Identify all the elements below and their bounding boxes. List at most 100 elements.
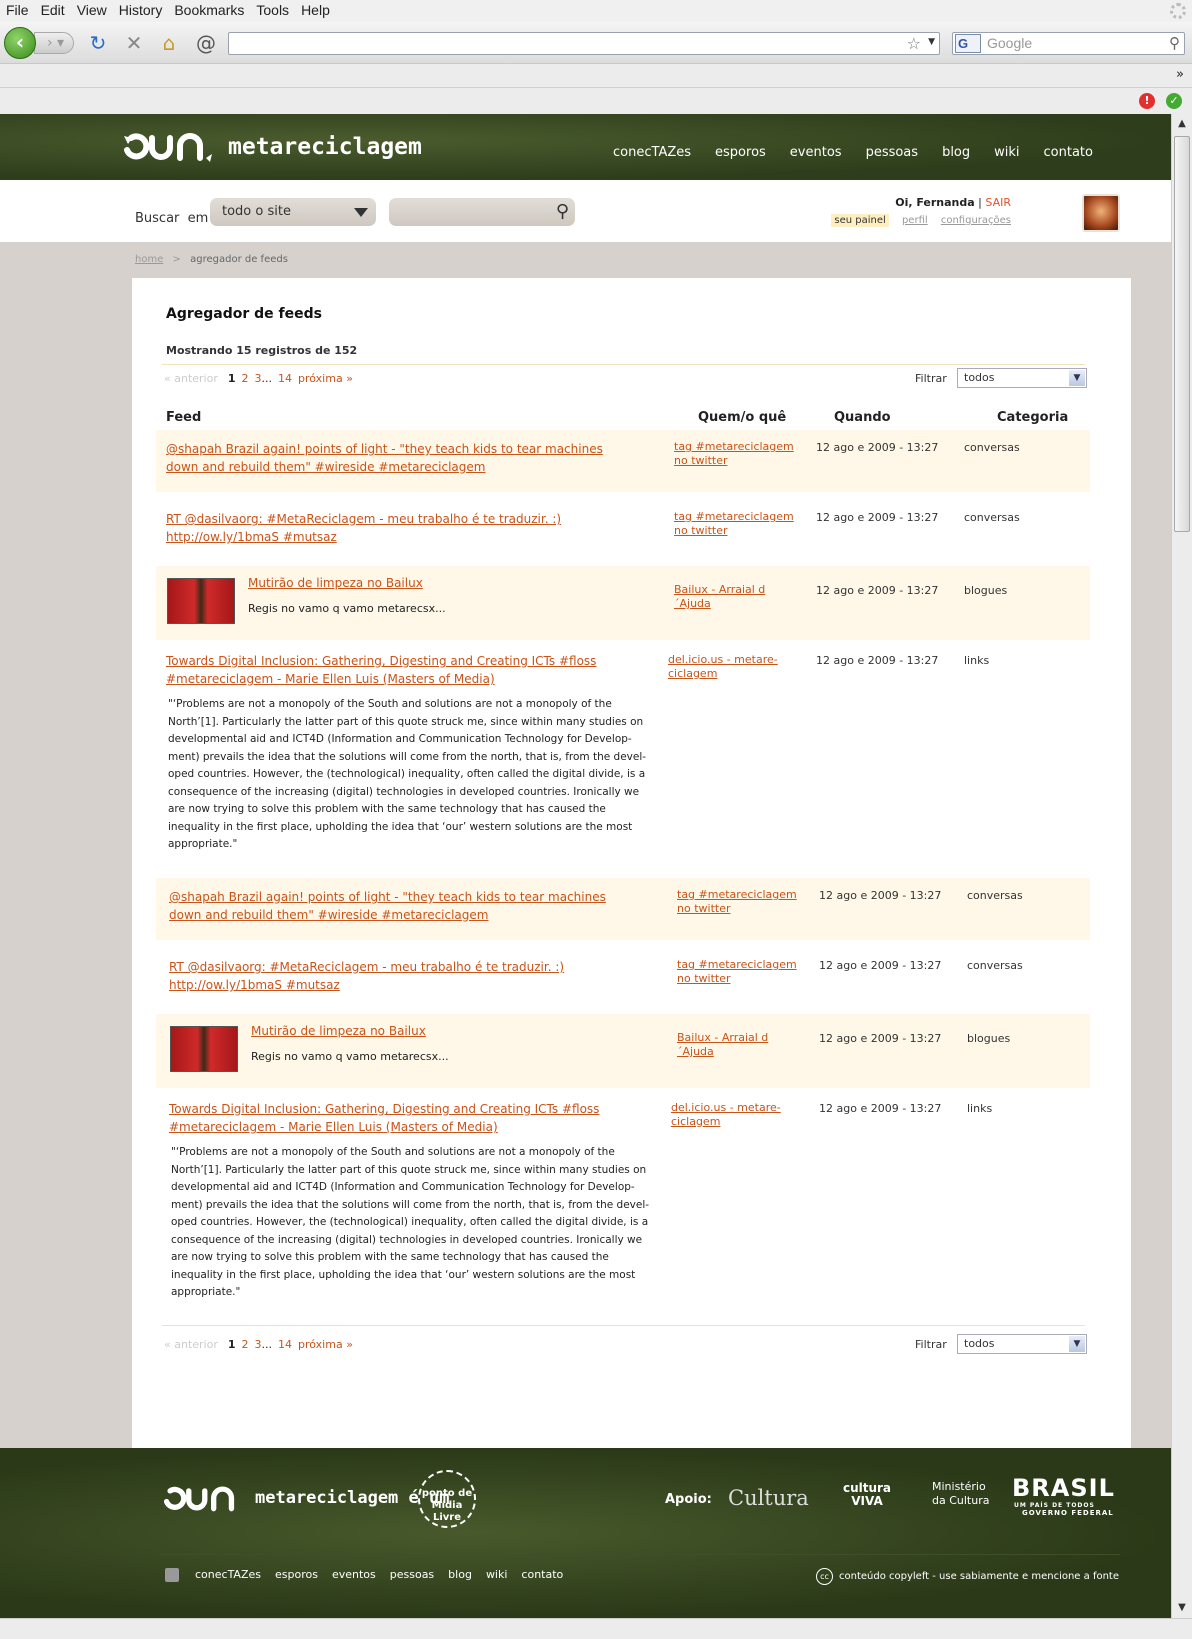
email-icon[interactable]: @ bbox=[194, 31, 218, 55]
search-scope-select[interactable]: todo o site bbox=[210, 198, 376, 226]
filter-value: todos bbox=[964, 371, 995, 384]
menu-edit[interactable]: Edit bbox=[35, 0, 71, 18]
who-link[interactable]: tag #metareciclagem no twitter bbox=[674, 510, 794, 538]
metareciclagem-logo-icon[interactable] bbox=[160, 1482, 246, 1514]
menu-tools[interactable]: Tools bbox=[250, 0, 295, 18]
panel-link[interactable]: seu painel bbox=[831, 214, 889, 227]
feed-link[interactable]: Towards Digital Inclusion: Gathering, Di… bbox=[166, 652, 626, 688]
scrollbar-thumb[interactable] bbox=[1174, 136, 1190, 532]
browser-toolbar: › ▾ ‹ ↻ ✕ ⌂ @ ☆ ▼ G Google ⚲ bbox=[0, 22, 1192, 64]
scroll-up-icon[interactable]: ▲ bbox=[1174, 115, 1190, 133]
midia-livre-logo[interactable]: ponto de Mídia Livre bbox=[418, 1470, 476, 1528]
breadcrumb-home[interactable]: home bbox=[135, 254, 163, 265]
pager-next[interactable]: próxima » bbox=[298, 372, 353, 385]
filter-select[interactable]: todos ▼ bbox=[957, 368, 1087, 388]
pager-last[interactable]: 14 bbox=[278, 372, 292, 385]
search-icon[interactable]: ⚲ bbox=[1169, 34, 1180, 52]
copyleft-text: conteúdo copyleft - use sabiamente e men… bbox=[839, 1571, 1119, 1582]
footer-nav-conectazes[interactable]: conecTAZes bbox=[195, 1568, 261, 1581]
scroll-down-icon[interactable]: ▼ bbox=[1174, 1599, 1190, 1617]
nav-esporos[interactable]: esporos bbox=[715, 145, 766, 160]
feed-link[interactable]: Mutirão de limpeza no Bailux bbox=[251, 1022, 551, 1040]
url-bar[interactable]: ☆ ▼ bbox=[228, 32, 940, 55]
footer-nav-esporos[interactable]: esporos bbox=[275, 1568, 318, 1581]
avatar[interactable] bbox=[1082, 194, 1120, 232]
who-link[interactable]: del.icio.us - metare-ciclagem bbox=[671, 1101, 783, 1129]
sponsor-cultura[interactable]: Cultura bbox=[728, 1486, 809, 1510]
settings-link[interactable]: configurações bbox=[941, 215, 1011, 226]
nav-wiki[interactable]: wiki bbox=[994, 145, 1019, 160]
feed-link[interactable]: RT @dasilvaorg: #MetaReciclagem - meu tr… bbox=[166, 510, 626, 546]
menu-help[interactable]: Help bbox=[295, 0, 336, 18]
category-text: conversas bbox=[964, 511, 1020, 524]
search-icon[interactable]: ⚲ bbox=[556, 201, 569, 222]
feed-link[interactable]: RT @dasilvaorg: #MetaReciclagem - meu tr… bbox=[169, 958, 629, 994]
menu-view[interactable]: View bbox=[71, 0, 113, 18]
home-icon[interactable]: ⌂ bbox=[157, 31, 181, 55]
who-link[interactable]: tag #metareciclagem no twitter bbox=[674, 440, 794, 468]
menu-history[interactable]: History bbox=[113, 0, 169, 18]
nav-contato[interactable]: contato bbox=[1044, 145, 1093, 160]
back-button[interactable]: ‹ bbox=[4, 27, 36, 59]
filter-select[interactable]: todos ▼ bbox=[957, 1334, 1087, 1354]
pager-page-2[interactable]: 2 bbox=[242, 372, 249, 385]
search-placeholder: Google bbox=[987, 35, 1033, 51]
who-link[interactable]: tag #metareciclagem no twitter bbox=[677, 888, 797, 916]
metareciclagem-logo-icon[interactable] bbox=[122, 128, 214, 164]
page-scrollbar[interactable]: ▲ ▼ bbox=[1171, 114, 1192, 1618]
post-thumbnail[interactable] bbox=[167, 578, 235, 624]
creative-commons-icon[interactable]: cc bbox=[816, 1568, 833, 1585]
pager-next[interactable]: próxima » bbox=[298, 1338, 353, 1351]
who-link[interactable]: del.icio.us - metare-ciclagem bbox=[668, 653, 780, 681]
feed-link[interactable]: Mutirão de limpeza no Bailux bbox=[248, 574, 548, 592]
site-logo-text[interactable]: metareciclagem bbox=[228, 134, 422, 160]
pager-page-2[interactable]: 2 bbox=[242, 1338, 249, 1351]
footer-nav-contato[interactable]: contato bbox=[521, 1568, 563, 1581]
sponsor-cultura-viva[interactable]: cultura VIVA bbox=[832, 1482, 902, 1508]
when-text: 12 ago e 2009 - 13:27 bbox=[816, 511, 939, 524]
em-text: em bbox=[187, 211, 209, 226]
browser-search-box[interactable]: G Google ⚲ bbox=[952, 32, 1185, 55]
pager-page-3[interactable]: 3 bbox=[255, 1338, 262, 1351]
search-row: Buscar em todo o site ⚲ Oi, Fernanda | S… bbox=[0, 180, 1171, 242]
stop-icon[interactable]: ✕ bbox=[122, 31, 146, 55]
search-engine-icon[interactable]: G bbox=[955, 34, 981, 53]
menu-file[interactable]: File bbox=[0, 0, 35, 18]
nav-eventos[interactable]: eventos bbox=[790, 145, 842, 160]
nav-pessoas[interactable]: pessoas bbox=[866, 145, 919, 160]
who-link[interactable]: Bailux - Arraial d´Ajuda bbox=[674, 583, 766, 611]
check-icon[interactable]: ✓ bbox=[1166, 93, 1182, 109]
footer-nav-blog[interactable]: blog bbox=[448, 1568, 472, 1581]
feed-link[interactable]: @shapah Brazil again! points of light - … bbox=[166, 440, 626, 476]
pager-page-3[interactable]: 3 bbox=[255, 372, 262, 385]
profile-link[interactable]: perfil bbox=[902, 215, 928, 226]
nav-conectazes[interactable]: conecTAZes bbox=[613, 145, 691, 160]
site-search-input[interactable]: ⚲ bbox=[389, 198, 575, 226]
who-link[interactable]: tag #metareciclagem no twitter bbox=[677, 958, 797, 986]
bookmarks-overflow-button[interactable]: » bbox=[1176, 67, 1184, 82]
url-dropdown-icon[interactable]: ▼ bbox=[928, 37, 935, 47]
sponsor-ministerio[interactable]: Ministério da Cultura bbox=[932, 1480, 1002, 1508]
footer-nav-pessoas[interactable]: pessoas bbox=[390, 1568, 434, 1581]
feed-link[interactable]: @shapah Brazil again! points of light - … bbox=[169, 888, 629, 924]
footer-nav-wiki[interactable]: wiki bbox=[486, 1568, 507, 1581]
error-icon[interactable]: ! bbox=[1139, 93, 1155, 109]
rss-icon[interactable] bbox=[165, 1568, 179, 1582]
nav-blog[interactable]: blog bbox=[942, 145, 970, 160]
forward-button[interactable]: › ▾ bbox=[34, 32, 74, 54]
col-when: Quando bbox=[834, 410, 891, 425]
menu-bookmarks[interactable]: Bookmarks bbox=[168, 0, 250, 18]
reload-icon[interactable]: ↻ bbox=[86, 31, 110, 55]
feed-link[interactable]: Towards Digital Inclusion: Gathering, Di… bbox=[169, 1100, 629, 1136]
pager-last[interactable]: 14 bbox=[278, 1338, 292, 1351]
sponsor-brasil[interactable]: BRASIL bbox=[1012, 1474, 1115, 1502]
bookmark-star-icon[interactable]: ☆ bbox=[907, 34, 921, 53]
table-row: Towards Digital Inclusion: Gathering, Di… bbox=[156, 648, 1090, 850]
user-box: Oi, Fernanda | SAIR seu painel perfil co… bbox=[831, 196, 1011, 227]
filter-value: todos bbox=[964, 1337, 995, 1350]
post-thumbnail[interactable] bbox=[170, 1026, 238, 1072]
footer-nav-eventos[interactable]: eventos bbox=[332, 1568, 376, 1581]
who-link[interactable]: Bailux - Arraial d´Ajuda bbox=[677, 1031, 769, 1059]
logout-link[interactable]: SAIR bbox=[985, 196, 1011, 209]
when-text: 12 ago e 2009 - 13:27 bbox=[819, 889, 942, 902]
